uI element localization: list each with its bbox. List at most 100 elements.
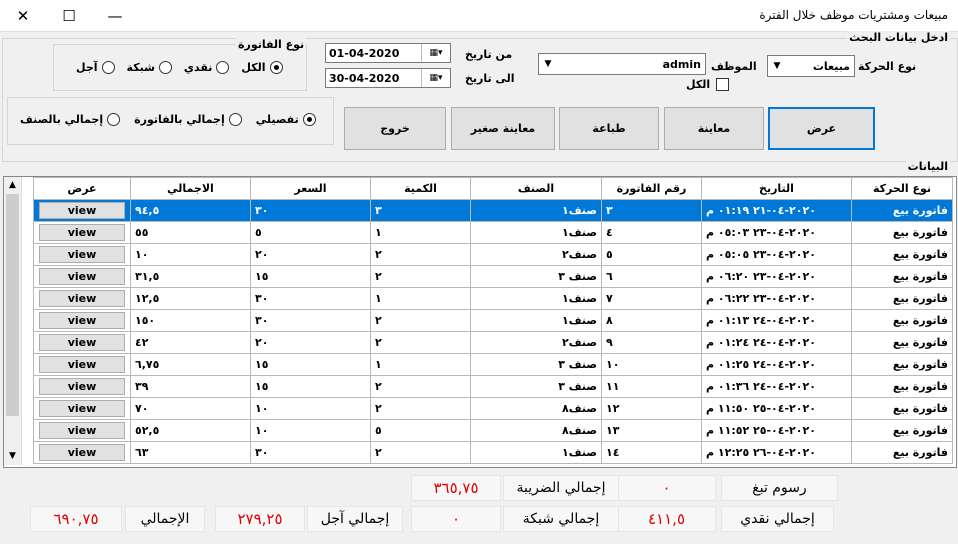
cell-date[interactable]: ٢٠٢٠-٠٤-٢٤ ٠١:١٣ م [701,309,852,332]
cell-quantity[interactable]: ٢ [370,243,471,266]
cell-total[interactable]: ٣١,٥ [130,265,251,288]
invoice-type-all[interactable]: الكل [241,61,283,74]
cell-date[interactable]: ٢٠٢٠-٠٤-٢٣ ٠٦:٢٢ م [701,287,852,310]
cell-item[interactable]: صنف١ [470,221,602,244]
cell-movement-type[interactable]: فاتورة بيع [851,199,953,222]
radio-icon[interactable] [216,61,230,74]
scroll-up-icon[interactable]: ▲ [4,177,21,194]
minimize-button[interactable]: — [92,0,138,31]
table-row[interactable]: فاتورة بيع ٢٠٢٠-٠٤-٢٣ ٠٥:٠٣ م ٤ صنف١ ١ ٥ ٥٥ vie… [33,221,953,244]
cell-date[interactable]: ٢٠٢٠-٠٤-٢٣ ٠٥:٠٣ م [701,221,852,244]
column-header-date[interactable]: التاريخ [701,177,852,200]
cell-item[interactable]: صنف١ [470,441,602,464]
cell-invoice-number[interactable]: ٥ [601,243,702,266]
radio-icon[interactable] [101,61,115,74]
cell-date[interactable]: ٢٠٢٠-٠٤-٢٤ ٠١:٢٤ م [701,331,852,354]
table-row[interactable]: فاتورة بيع ٢٠٢٠-٠٤-٢٣ ٠٥:٠٥ م ٥ صنف٢ ٢ ٢٠ ١٠ vi… [33,243,953,266]
exit-button[interactable]: خروج [344,107,446,150]
cell-movement-type[interactable]: فاتورة بيع [851,221,953,244]
cell-movement-type[interactable]: فاتورة بيع [851,331,953,354]
cell-invoice-number[interactable]: ٩ [601,331,702,354]
cell-total[interactable]: ٦,٧٥ [130,353,251,376]
cell-price[interactable]: ١٥ [250,375,371,398]
radio-icon[interactable] [302,113,316,126]
cell-movement-type[interactable]: فاتورة بيع [851,353,953,376]
cell-quantity[interactable]: ١ [370,221,471,244]
cell-invoice-number[interactable]: ١٠ [601,353,702,376]
cell-total[interactable]: ١٥٠ [130,309,251,332]
cell-price[interactable]: ٣٠ [250,287,371,310]
cell-movement-type[interactable]: فاتورة بيع [851,375,953,398]
cell-item[interactable]: صنف ٣ [470,353,602,376]
view-button[interactable]: view [39,202,125,219]
cell-total[interactable]: ٦٣ [130,441,251,464]
column-header-item[interactable]: الصنف [470,177,602,200]
cell-date[interactable]: ٢٠٢٠-٠٤-٢٤ ٠١:٣٦ م [701,375,852,398]
view-button[interactable]: view [39,400,125,417]
cell-price[interactable]: ١٥ [250,265,371,288]
cell-item[interactable]: صنف١ [470,199,602,222]
cell-date[interactable]: ٢٠٢٠-٠٤-٢٥ ١١:٥٢ م [701,419,852,442]
cell-quantity[interactable]: ٢ [370,331,471,354]
table-row[interactable]: فاتورة بيع ٢٠٢٠-٠٤-٢٥ ١١:٥٢ م ١٣ صنف٨ ٥ ١٠ ٥٢,… [33,419,953,442]
cell-movement-type[interactable]: فاتورة بيع [851,397,953,420]
all-employees-checkbox-row[interactable]: الكل [686,78,730,91]
cell-quantity[interactable]: ٢ [370,375,471,398]
cell-item[interactable]: صنف ٣ [470,375,602,398]
cell-quantity[interactable]: ٥ [370,419,471,442]
table-row[interactable]: فاتورة بيع ٢٠٢٠-٠٤-٢٤ ٠١:٣٦ م ١١ صنف ٣ ٢ ١٥ ٣٩… [33,375,953,398]
cell-total[interactable]: ١٢,٥ [130,287,251,310]
view-button[interactable]: view [39,224,125,241]
print-button[interactable]: طباعة [559,107,659,150]
cell-item[interactable]: صنف ٣ [470,265,602,288]
cell-quantity[interactable]: ١ [370,287,471,310]
view-button[interactable]: view [39,422,125,439]
cell-invoice-number[interactable]: ٦ [601,265,702,288]
from-date-picker[interactable]: 01-04-2020 ▦▾ [325,43,451,63]
to-date-picker[interactable]: 30-04-2020 ▦▾ [325,68,451,88]
table-row[interactable]: فاتورة بيع ٢٠٢٠-٠٤-٢٥ ١١:٥٠ م ١٢ صنف٨ ٢ ١٠ ٧٠ v… [33,397,953,420]
cell-price[interactable]: ٥ [250,221,371,244]
cell-total[interactable]: ٣٩ [130,375,251,398]
all-employees-checkbox[interactable] [716,78,730,91]
radio-icon[interactable] [228,113,242,126]
table-row[interactable]: فاتورة بيع ٢٠٢٠-٠٤-٢٤ ٠١:١٣ م ٨ صنف١ ٢ ٣٠ ١٥٠ v… [33,309,953,332]
cell-total[interactable]: ٧٠ [130,397,251,420]
cell-price[interactable]: ٣٠ [250,441,371,464]
calendar-icon[interactable]: ▦▾ [421,69,450,87]
view-button[interactable]: view [39,334,125,351]
view-button[interactable]: view [39,444,125,461]
view-button[interactable]: view [39,356,125,373]
table-row[interactable]: فاتورة بيع ٢٠٢٠-٠٤-٢٤ ٠١:٢٤ م ٩ صنف٢ ٢ ٢٠ ٤٢ vi… [33,331,953,354]
cell-invoice-number[interactable]: ١٣ [601,419,702,442]
view-button[interactable]: view [39,246,125,263]
cell-total[interactable]: ٥٥ [130,221,251,244]
view-button[interactable]: view [39,290,125,307]
preview-button[interactable]: معاينة [664,107,764,150]
column-header-quantity[interactable]: الكمية [370,177,471,200]
cell-invoice-number[interactable]: ١١ [601,375,702,398]
table-row[interactable]: فاتورة بيع ٢٠٢٠-٠٤-٢٦ ١٢:٢٥ م ١٤ صنف١ ٢ ٣٠ ٦٣ v… [33,441,953,464]
column-header-total[interactable]: الاجمالي [130,177,251,200]
cell-price[interactable]: ٣٠ [250,309,371,332]
cell-invoice-number[interactable]: ٧ [601,287,702,310]
cell-item[interactable]: صنف٨ [470,397,602,420]
invoice-type-cash[interactable]: نقدي [184,61,230,74]
preview-small-button[interactable]: معاينة صغير [451,107,555,150]
cell-quantity[interactable]: ٢ [370,397,471,420]
cell-price[interactable]: ٢٠ [250,243,371,266]
scroll-down-icon[interactable]: ▼ [4,448,21,465]
cell-total[interactable]: ٩٤,٥ [130,199,251,222]
invoice-type-credit[interactable]: آجل [76,61,115,74]
grid-vertical-scrollbar[interactable]: ▲ ▼ [4,177,22,465]
cell-item[interactable]: صنف٢ [470,331,602,354]
cell-total[interactable]: ٥٢,٥ [130,419,251,442]
cell-invoice-number[interactable]: ٨ [601,309,702,332]
cell-date[interactable]: ٢٠٢٠-٠٤-٢١ ٠١:١٩ م [701,199,852,222]
cell-item[interactable]: صنف٨ [470,419,602,442]
cell-price[interactable]: ١٥ [250,353,371,376]
cell-quantity[interactable]: ١ [370,353,471,376]
employee-select[interactable]: ▼ admin [538,53,706,75]
cell-date[interactable]: ٢٠٢٠-٠٤-٢٦ ١٢:٢٥ م [701,441,852,464]
cell-invoice-number[interactable]: ٤ [601,221,702,244]
